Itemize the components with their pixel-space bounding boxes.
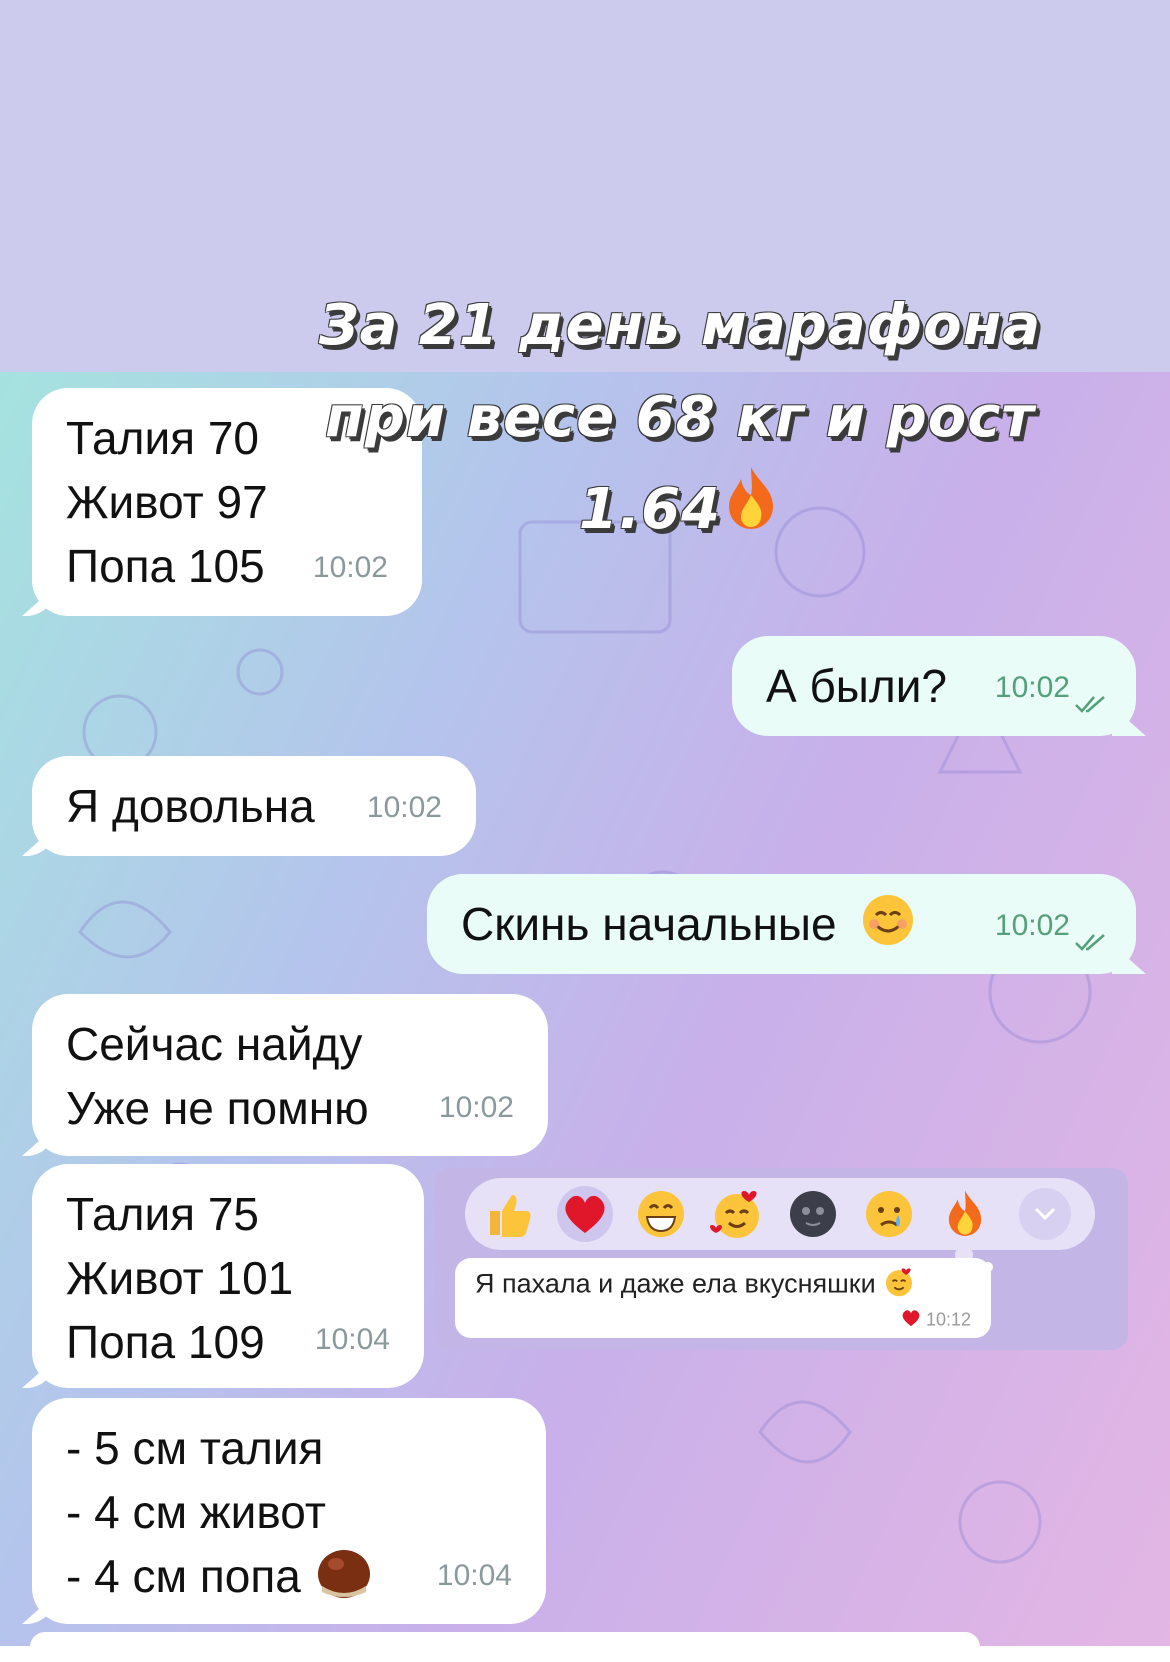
chevron-down-icon[interactable] bbox=[1019, 1188, 1071, 1240]
message-line: Сейчас найду bbox=[66, 1018, 363, 1070]
message-line: - 4 см живот bbox=[66, 1486, 326, 1538]
chestnut-icon bbox=[314, 1544, 374, 1616]
caption-line-1: За 21 день марафона bbox=[318, 293, 1042, 358]
incoming-message[interactable]: Талия 75 Живот 101 Попа 109 10:04 bbox=[32, 1164, 424, 1388]
message-time: 10:02 bbox=[994, 671, 1070, 704]
message-time: 10:02 bbox=[366, 791, 442, 824]
new-moon-face-icon[interactable] bbox=[785, 1186, 841, 1242]
message-line: - 4 см попа bbox=[66, 1550, 301, 1603]
grinning-icon[interactable] bbox=[633, 1186, 689, 1242]
next-message-edge bbox=[30, 1632, 980, 1662]
quoted-message-row: Я пахала и даже ела вкусняшки bbox=[475, 1266, 915, 1305]
outgoing-message[interactable]: Скинь начальные 10:02 bbox=[427, 874, 1136, 974]
message-line: Живот 101 bbox=[66, 1252, 294, 1304]
fire-icon[interactable] bbox=[937, 1186, 993, 1242]
smiling-hearts-icon[interactable] bbox=[709, 1186, 765, 1242]
quoted-message-time: 10:12 bbox=[925, 1309, 971, 1330]
quoted-message-meta: 10:12 bbox=[901, 1309, 971, 1332]
smiling-hearts-icon bbox=[883, 1266, 915, 1305]
double-check-icon bbox=[1075, 934, 1105, 951]
caption-line-3: 1.64 bbox=[230, 464, 1130, 561]
caption-line-2: при весе 68 кг и рост bbox=[325, 385, 1035, 450]
message-line: - 5 см талия bbox=[66, 1422, 324, 1474]
reaction-bar bbox=[465, 1178, 1095, 1250]
message-time: 10:02 bbox=[994, 909, 1070, 942]
incoming-message[interactable]: Я довольна 10:02 bbox=[32, 756, 476, 856]
heart-icon[interactable] bbox=[557, 1186, 613, 1242]
quoted-message-text: Я пахала и даже ела вкусняшки bbox=[475, 1268, 876, 1299]
heart-icon bbox=[901, 1309, 921, 1332]
double-check-icon bbox=[1075, 696, 1105, 713]
outgoing-message[interactable]: А были? 10:02 bbox=[732, 636, 1136, 736]
message-time: 10:04 bbox=[314, 1323, 390, 1356]
message-text: Скинь начальные bbox=[461, 898, 837, 950]
message-line: Талия 75 bbox=[66, 1188, 260, 1240]
smiling-face-icon bbox=[861, 893, 915, 963]
message-time: 10:02 bbox=[438, 1091, 514, 1124]
incoming-message[interactable]: Сейчас найду Уже не помню 10:02 bbox=[32, 994, 548, 1156]
message-time: 10:04 bbox=[436, 1559, 512, 1592]
reaction-screenshot: Я пахала и даже ела вкусняшки 10:12 bbox=[435, 1168, 1128, 1350]
incoming-message[interactable]: - 5 см талия - 4 см живот - 4 см попа 10… bbox=[32, 1398, 546, 1624]
thumbs-up-icon[interactable] bbox=[481, 1186, 537, 1242]
fire-icon bbox=[721, 465, 781, 561]
quoted-message: Я пахала и даже ела вкусняшки 10:12 bbox=[455, 1258, 991, 1338]
crying-face-icon[interactable] bbox=[861, 1186, 917, 1242]
marathon-caption: За 21 день марафона при весе 68 кг и рос… bbox=[230, 280, 1130, 561]
